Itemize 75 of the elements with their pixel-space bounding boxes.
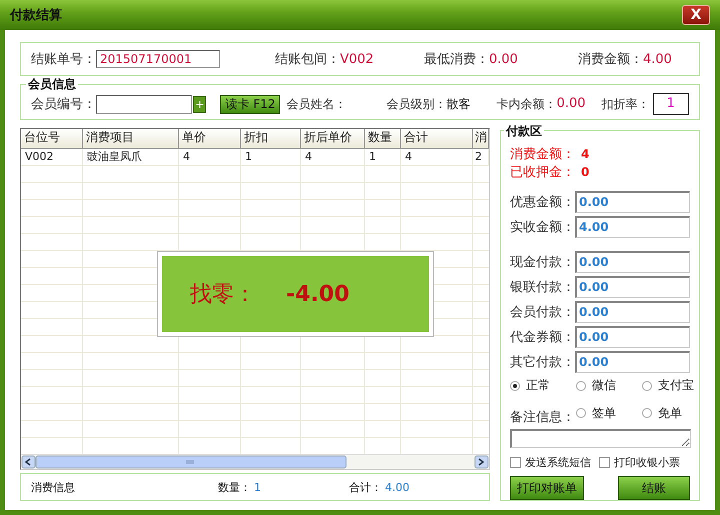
field-label: 消费金额： (578, 51, 643, 68)
table-cell: 1 (241, 149, 301, 166)
field-label: 代金券额： (510, 328, 575, 346)
payment-field[interactable]: 0.00 (575, 250, 690, 272)
amount-field[interactable]: 4.00 (575, 216, 690, 238)
field-label: 其它付款： (510, 354, 575, 370)
column-header[interactable]: 消费项目 (83, 129, 179, 149)
field-label: 扣折率： (602, 96, 650, 112)
field-label: 会员姓名： (286, 96, 348, 112)
field-label: 会员编号： (31, 96, 96, 113)
read-card-button[interactable]: 读卡 F12 (220, 94, 280, 114)
checkout-button[interactable]: 结账 (618, 476, 690, 500)
option-checkbox[interactable]: 发送系统短信 (510, 455, 591, 470)
group-title: 付款区 (504, 123, 544, 140)
field-value: 4.00 (643, 52, 672, 66)
field-label: 实收金额： (510, 218, 575, 236)
table-cell: 4 (301, 149, 365, 166)
column-header[interactable]: 台位号 (21, 129, 83, 149)
field-label: 已收押金： (510, 164, 575, 181)
field-label: 最低消费： (424, 51, 489, 68)
change-amount: -4.00 (286, 282, 350, 306)
column-header[interactable]: 消 (473, 129, 489, 149)
field-label: 结账包间： (275, 51, 340, 68)
table-cell: 豉油皇凤爪 (83, 149, 179, 166)
payment-method-radio[interactable]: 签单 (576, 400, 642, 426)
change-label: 找零： (190, 281, 256, 309)
payment-method-radio[interactable]: 免单 (642, 400, 694, 426)
field-value: V002 (340, 52, 374, 66)
payment-method-radio[interactable]: 支付宝 (642, 377, 694, 394)
field-value: 4.00 (385, 480, 410, 494)
field-value: 散客 (446, 96, 471, 112)
field-label: 银联付款： (510, 278, 575, 296)
bill-number-field[interactable]: 201507170001 (96, 50, 220, 68)
print-statement-button[interactable]: 打印对账单 (510, 476, 584, 500)
payment-method-radio[interactable]: 微信 (576, 377, 642, 394)
payment-field[interactable]: 0.00 (575, 350, 690, 372)
field-value: 4 (581, 147, 590, 161)
field-label: 会员付款： (510, 304, 575, 320)
table-cell: 4 (179, 149, 241, 166)
column-header[interactable]: 单价 (179, 129, 241, 149)
table-cell: 2 (473, 149, 489, 166)
discount-rate-field[interactable]: 1 (652, 93, 689, 115)
column-header[interactable]: 合计 (401, 129, 473, 149)
payment-field[interactable]: 0.00 (575, 276, 690, 298)
field-value: 0 (581, 165, 590, 179)
member-number-field[interactable] (96, 94, 192, 114)
field-label: 消费金额： (510, 146, 575, 163)
field-label: 合计： (349, 480, 382, 494)
window-title: 付款结算 (10, 7, 62, 24)
column-header[interactable]: 折扣 (241, 129, 301, 149)
option-checkbox[interactable]: 打印收银小票 (599, 455, 680, 470)
field-value: 0.00 (556, 96, 586, 112)
field-value: 1 (254, 480, 262, 494)
payment-method-radio[interactable]: 正常 (510, 377, 576, 394)
summary-title: 消费信息 (31, 480, 76, 494)
payment-field[interactable]: 0.00 (575, 326, 690, 348)
field-label: 优惠金额： (510, 194, 575, 210)
column-header[interactable]: 折后单价 (301, 129, 365, 149)
table-cell: 4 (401, 149, 473, 166)
field-label: 数量： (218, 480, 251, 494)
column-header[interactable]: 数量 (365, 129, 401, 149)
table-cell: 1 (365, 149, 401, 166)
note-field[interactable] (510, 429, 691, 448)
group-title: 会员信息 (26, 76, 78, 93)
field-value: 0.00 (489, 52, 518, 66)
field-label: 备注信息： (510, 409, 576, 426)
amount-field[interactable]: 0.00 (575, 190, 690, 212)
field-label: 卡内余额： (496, 96, 557, 112)
payment-field[interactable]: 0.00 (575, 300, 690, 322)
field-label: 现金付款： (510, 254, 575, 270)
close-button[interactable]: X (682, 5, 710, 25)
field-label: 结账单号： (31, 51, 96, 68)
horizontal-scrollbar[interactable] (21, 455, 489, 469)
table-cell: V002 (21, 149, 83, 166)
field-label: 会员级别： (386, 96, 447, 112)
